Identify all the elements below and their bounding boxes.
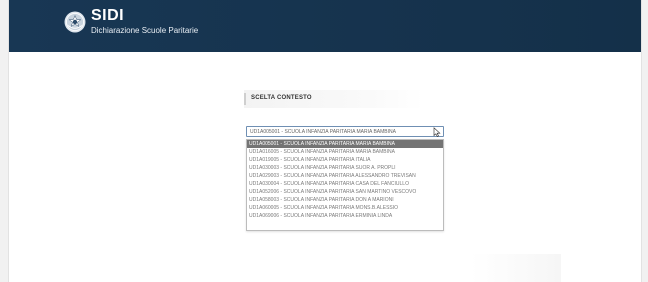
school-option-ud1a058003[interactable]: UD1A058003 - SCUOLA INFANZIA PARITARIA D… bbox=[247, 196, 443, 204]
background-shadow-decoration bbox=[471, 254, 561, 282]
school-option-ud1a019005[interactable]: UD1A019005 - SCUOLA INFANZIA PARITARIA I… bbox=[247, 156, 443, 164]
app-subtitle: Dichiarazione Scuole Paritarie bbox=[91, 26, 199, 35]
school-dropdown-list[interactable]: UD1A005001 - SCUOLA INFANZIA PARITARIA M… bbox=[246, 139, 444, 231]
mouse-cursor-icon bbox=[433, 127, 441, 137]
site-header: SIDI Dichiarazione Scuole Paritarie bbox=[9, 0, 641, 52]
school-option-ud1a016005[interactable]: UD1A016005 - SCUOLA INFANZIA PARITARIA M… bbox=[247, 148, 443, 156]
italian-emblem-icon bbox=[64, 11, 86, 33]
school-option-ud1a030003[interactable]: UD1A030003 - SCUOLA INFANZIA PARITARIA S… bbox=[247, 164, 443, 172]
school-option-ud1a052006[interactable]: UD1A052006 - SCUOLA INFANZIA PARITARIA S… bbox=[247, 188, 443, 196]
school-option-ud1a030004[interactable]: UD1A030004 - SCUOLA INFANZIA PARITARIA C… bbox=[247, 180, 443, 188]
school-option-ud1a069006[interactable]: UD1A069006 - SCUOLA INFANZIA PARITARIA E… bbox=[247, 212, 443, 220]
context-title: SCELTA CONTESTO bbox=[251, 95, 312, 101]
school-option-ud1a029003[interactable]: UD1A029003 - SCUOLA INFANZIA PARITARIA A… bbox=[247, 172, 443, 180]
context-marker bbox=[244, 93, 246, 105]
context-selection-panel: SCELTA CONTESTO bbox=[244, 90, 424, 108]
school-option-ud1a005001[interactable]: UD1A005001 - SCUOLA INFANZIA PARITARIA M… bbox=[247, 140, 443, 148]
selected-school-value[interactable]: UD1A005001 - SCUOLA INFANZIA PARITARIA M… bbox=[250, 129, 434, 135]
app-title: SIDI bbox=[91, 7, 125, 24]
school-option-ud1a060005[interactable]: UD1A060005 - SCUOLA INFANZIA PARITARIA M… bbox=[247, 204, 443, 212]
school-context-select[interactable]: UD1A005001 - SCUOLA INFANZIA PARITARIA M… bbox=[246, 126, 444, 137]
